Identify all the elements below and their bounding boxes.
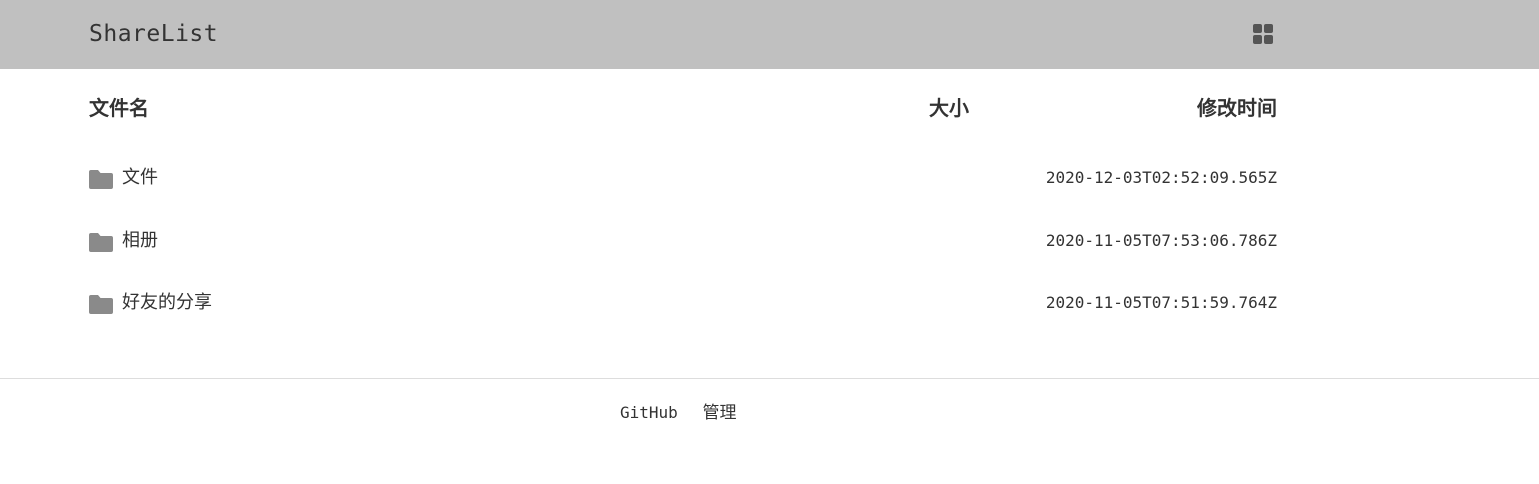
file-mtime: 2020-11-05T07:53:06.786Z [1045,230,1277,250]
file-name[interactable]: 文件 [122,167,158,189]
table-row[interactable]: 好友的分享 2020-11-05T07:51:59.764Z [89,272,1277,335]
table-row[interactable]: 相册 2020-11-05T07:53:06.786Z [89,210,1277,273]
column-header-name[interactable]: 文件名 [89,96,149,120]
file-name[interactable]: 相册 [122,230,158,252]
folder-icon [89,169,113,189]
file-table: 文件名 大小 修改时间 文件 2020-12-03T02:52:09.565Z … [89,69,1277,335]
table-header: 文件名 大小 修改时间 [89,69,1277,147]
file-name[interactable]: 好友的分享 [122,292,212,314]
footer: GitHub 管理 [0,378,1539,484]
site-title[interactable]: ShareList [89,20,218,48]
column-header-mtime[interactable]: 修改时间 [1197,96,1277,120]
folder-icon [89,232,113,252]
file-mtime: 2020-11-05T07:51:59.764Z [1045,293,1277,312]
top-bar: ShareList [0,0,1539,69]
folder-icon [89,294,113,314]
file-mtime: 2020-12-03T02:52:09.565Z [1045,168,1277,187]
table-row[interactable]: 文件 2020-12-03T02:52:09.565Z [89,147,1277,210]
admin-link[interactable]: 管理 [703,403,737,423]
github-link[interactable]: GitHub [620,403,678,422]
grid-view-icon[interactable] [1253,24,1273,44]
column-header-size[interactable]: 大小 [929,96,969,120]
footer-links: GitHub 管理 [620,403,757,423]
